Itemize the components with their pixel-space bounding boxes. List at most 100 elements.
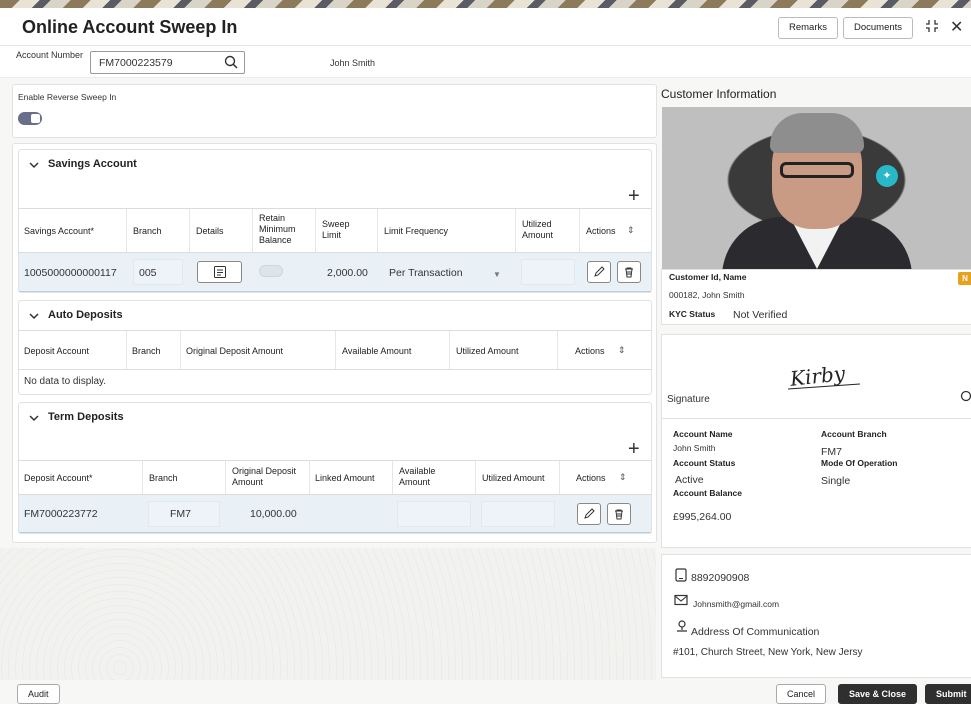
documents-button[interactable]: Documents	[843, 17, 914, 39]
background-pattern	[0, 548, 656, 680]
mode-of-operation-value: Single	[821, 475, 851, 487]
customer-id-label: Customer Id, Name	[669, 272, 747, 282]
savings-account-title: Savings Account	[48, 158, 137, 170]
edit-icon[interactable]	[587, 261, 611, 283]
audit-button[interactable]: Audit	[17, 684, 60, 704]
savings-account-cell: 1005000000000117	[24, 267, 117, 279]
col-branch: Branch	[132, 346, 161, 356]
cancel-button[interactable]: Cancel	[776, 684, 827, 704]
chevron-down-icon[interactable]	[28, 160, 40, 173]
reverse-sweep-label: Enable Reverse Sweep In	[18, 92, 117, 102]
reverse-sweep-toggle[interactable]	[18, 112, 42, 125]
utilized-amount-input[interactable]	[481, 501, 555, 527]
col-original-deposit-amount: Original Deposit Amount	[232, 466, 297, 487]
save-close-button[interactable]: Save & Close	[838, 684, 918, 704]
location-icon	[675, 619, 689, 636]
chevron-down-icon[interactable]: ▼	[493, 270, 501, 279]
sweep-limit-cell: 2,000.00	[327, 267, 368, 279]
account-number-value: FM7000223579	[99, 57, 173, 69]
account-holder-name: John Smith	[330, 58, 376, 68]
divider	[335, 331, 336, 369]
limit-frequency-select[interactable]: Per Transaction	[389, 267, 463, 279]
account-number-field[interactable]: FM7000223579	[90, 51, 245, 74]
signature-label: Signature	[667, 394, 710, 405]
col-utilized-amount: Utilized Amount	[456, 346, 519, 356]
col-deposit-account: Deposit Account	[24, 346, 90, 356]
account-number-label: Account Number	[16, 50, 84, 60]
original-deposit-cell: 10,000.00	[250, 508, 297, 520]
plus-icon[interactable]: +	[628, 439, 640, 459]
chevron-down-icon[interactable]	[28, 311, 40, 324]
col-actions: Actions	[586, 226, 616, 236]
customer-id-value: 000182, John Smith	[669, 290, 745, 300]
submit-button[interactable]: Submit	[925, 684, 971, 704]
header-bar: Online Account Sweep In Remarks Document…	[0, 8, 971, 46]
address-label: Address Of Communication	[691, 626, 820, 638]
chevron-down-icon[interactable]	[28, 413, 40, 426]
col-available-amount: Available Amount	[342, 346, 412, 356]
col-sweep-limit: Sweep Limit	[322, 219, 350, 240]
phone-number: 8892090908	[691, 572, 750, 584]
term-deposits-title: Term Deposits	[48, 411, 124, 423]
table-row[interactable]	[19, 495, 651, 533]
divider	[180, 331, 181, 369]
col-linked-amount: Linked Amount	[315, 473, 375, 483]
zoom-icon[interactable]	[960, 390, 971, 405]
plus-icon[interactable]: +	[628, 186, 640, 206]
col-limit-frequency: Limit Frequency	[384, 226, 449, 236]
auto-deposits-title: Auto Deposits	[48, 309, 123, 321]
search-icon[interactable]	[224, 54, 238, 73]
customer-photo: ✦	[662, 107, 971, 269]
empty-table-message: No data to display.	[24, 376, 107, 387]
col-utilized-amount: Utilized Amount	[482, 473, 545, 483]
phone-icon	[675, 568, 687, 585]
divider	[557, 331, 558, 369]
account-balance-label: Account Balance	[673, 488, 742, 498]
status-badge: N	[958, 272, 971, 285]
utilized-amount-input[interactable]	[521, 259, 575, 285]
col-utilized-amount: Utilized Amount	[522, 219, 554, 240]
col-details: Details	[196, 226, 224, 236]
mode-of-operation-label: Mode Of Operation	[821, 458, 898, 468]
branch-cell: 005	[139, 267, 157, 279]
col-branch: Branch	[149, 473, 178, 483]
col-actions: Actions	[575, 346, 605, 356]
col-actions: Actions	[576, 473, 606, 483]
col-original-deposit-amount: Original Deposit Amount	[186, 346, 284, 356]
col-savings-account: Savings Account*	[24, 226, 95, 236]
address-value: #101, Church Street, New York, New Jersy	[673, 647, 863, 658]
edit-icon[interactable]	[577, 503, 601, 525]
account-name-label: Account Name	[673, 429, 733, 439]
close-icon[interactable]: ✕	[950, 17, 963, 37]
divider	[18, 369, 652, 370]
remarks-button[interactable]: Remarks	[778, 17, 839, 39]
account-status-label: Account Status	[673, 458, 736, 468]
account-branch-value: FM7	[821, 446, 842, 458]
customer-information-title: Customer Information	[661, 87, 777, 101]
minimize-icon[interactable]	[925, 18, 939, 37]
sort-icon[interactable]: ⇕	[619, 472, 627, 483]
divider	[449, 331, 450, 369]
kyc-status-value: Not Verified	[733, 309, 788, 321]
account-name-value: John Smith	[673, 443, 716, 453]
delete-icon[interactable]	[617, 261, 641, 283]
sort-icon[interactable]: ⇕	[627, 225, 635, 236]
page-title: Online Account Sweep In	[22, 17, 238, 37]
divider	[18, 208, 652, 209]
deposit-account-cell: FM7000223772	[24, 508, 98, 520]
email-address: Johnsmith@gmail.com	[693, 599, 780, 609]
kyc-status-label: KYC Status	[669, 309, 716, 319]
col-retain-minimum-balance: Retain Minimum Balance	[259, 213, 296, 245]
retain-minimum-balance-toggle[interactable]	[259, 265, 283, 277]
account-balance-value: £995,264.00	[673, 511, 732, 523]
divider	[126, 331, 127, 369]
assistant-icon[interactable]: ✦	[876, 165, 898, 187]
sort-icon[interactable]: ⇕	[618, 345, 626, 356]
divider	[18, 460, 652, 461]
delete-icon[interactable]	[607, 503, 631, 525]
col-branch: Branch	[133, 226, 162, 236]
account-row: Account Number FM7000223579 John Smith	[0, 46, 971, 78]
available-amount-input[interactable]	[397, 501, 471, 527]
details-icon[interactable]	[197, 261, 242, 283]
top-decorative-strip	[0, 0, 971, 8]
